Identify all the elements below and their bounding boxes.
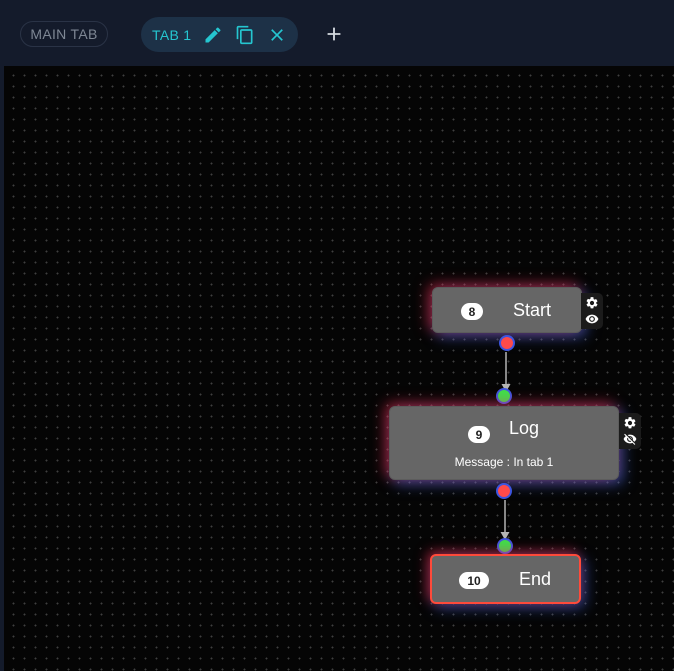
add-tab-button[interactable]	[322, 22, 346, 46]
node-title: End	[519, 569, 552, 589]
node-log[interactable]: 9 Log Message : In tab 1	[389, 406, 619, 480]
eye-off-icon[interactable]	[623, 432, 637, 446]
pencil-icon[interactable]	[201, 23, 225, 47]
tab-bar: MAIN TAB TAB 1	[0, 0, 674, 66]
output-port[interactable]	[499, 335, 515, 351]
gear-icon[interactable]	[623, 416, 637, 430]
input-port[interactable]	[497, 538, 513, 554]
tab-main[interactable]: MAIN TAB	[20, 21, 108, 47]
node-title: Start	[513, 300, 552, 320]
tab-1-label: TAB 1	[152, 26, 192, 43]
node-id-badge: 10	[459, 572, 489, 589]
node-log-actions	[619, 413, 641, 449]
node-id-badge: 9	[468, 426, 490, 443]
eye-icon[interactable]	[585, 312, 599, 326]
flow-canvas[interactable]: 8 Start 9 Log Message : In tab 1 10 End	[4, 66, 674, 671]
node-start[interactable]: 8 Start	[432, 287, 582, 333]
node-end[interactable]: 10 End	[430, 554, 581, 604]
node-subtitle: Message : In tab 1	[454, 455, 554, 469]
plus-icon	[327, 27, 341, 41]
close-icon[interactable]	[265, 23, 289, 47]
node-start-actions	[581, 293, 603, 329]
tab-main-label: MAIN TAB	[30, 26, 98, 42]
tab-1[interactable]: TAB 1	[141, 17, 298, 52]
node-id-badge: 8	[461, 303, 483, 320]
copy-icon[interactable]	[233, 23, 257, 47]
node-title: Log	[509, 418, 540, 438]
gear-icon[interactable]	[585, 296, 599, 310]
input-port[interactable]	[496, 388, 512, 404]
output-port[interactable]	[496, 483, 512, 499]
